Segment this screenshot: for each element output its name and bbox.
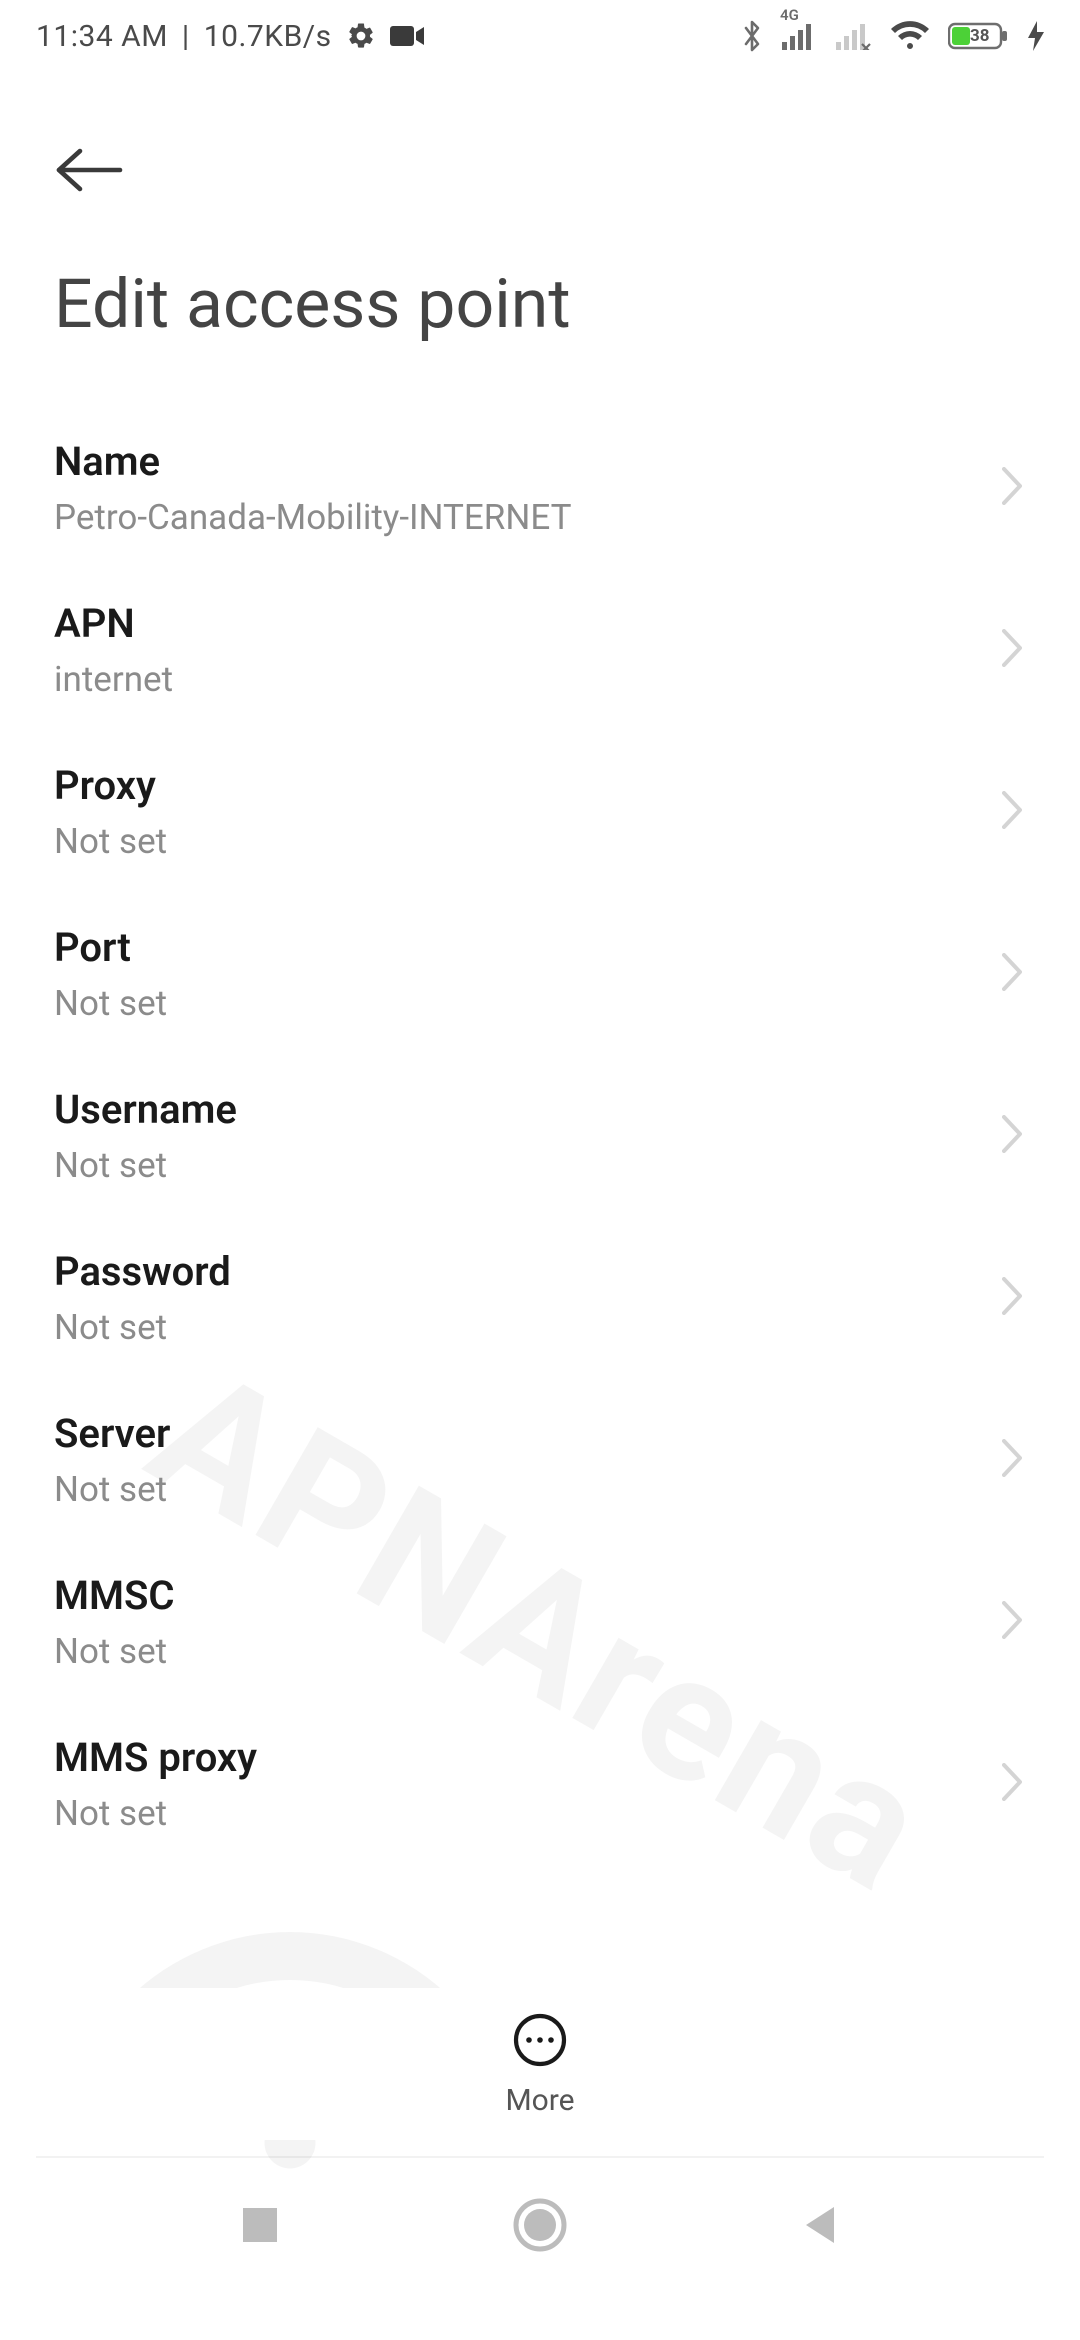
row-value: Not set	[54, 983, 167, 1024]
row-title: MMS proxy	[54, 1734, 257, 1781]
more-button[interactable]: More	[0, 1988, 1080, 2140]
row-title: Password	[54, 1248, 231, 1295]
row-title: Proxy	[54, 762, 167, 809]
app-bar	[0, 72, 1080, 234]
row-title: APN	[54, 600, 173, 647]
back-arrow-icon	[54, 146, 124, 194]
chevron-right-icon	[1000, 951, 1026, 997]
back-button[interactable]	[54, 128, 138, 212]
chevron-right-icon	[1000, 789, 1026, 835]
row-value: Not set	[54, 1631, 175, 1672]
chevron-right-icon	[1000, 1275, 1026, 1321]
status-separator: |	[182, 19, 190, 54]
row-mms-proxy[interactable]: MMS proxy Not set	[0, 1704, 1080, 1866]
nav-recents-button[interactable]	[200, 2165, 320, 2285]
chevron-right-icon	[1000, 1599, 1026, 1645]
row-username[interactable]: Username Not set	[0, 1056, 1080, 1218]
row-proxy[interactable]: Proxy Not set	[0, 732, 1080, 894]
row-value: Not set	[54, 1469, 170, 1510]
row-value: Not set	[54, 821, 167, 862]
nav-back-button[interactable]	[760, 2165, 880, 2285]
status-time: 11:34 AM	[36, 19, 168, 54]
status-data-rate: 10.7KB/s	[204, 19, 332, 54]
chevron-right-icon	[1000, 1761, 1026, 1807]
status-left: 11:34 AM | 10.7KB/s	[36, 19, 424, 54]
wifi-icon	[890, 21, 930, 51]
chevron-right-icon	[1000, 1113, 1026, 1159]
signal-sim2	[836, 22, 872, 50]
row-title: Username	[54, 1086, 237, 1133]
chevron-right-icon	[1000, 627, 1026, 673]
row-title: Port	[54, 924, 167, 971]
gear-icon	[346, 21, 376, 51]
triangle-left-icon	[798, 2203, 842, 2247]
row-value: Not set	[54, 1145, 237, 1186]
bluetooth-icon	[740, 18, 764, 54]
row-server[interactable]: Server Not set	[0, 1380, 1080, 1542]
row-port[interactable]: Port Not set	[0, 894, 1080, 1056]
row-value: internet	[54, 659, 173, 700]
row-password[interactable]: Password Not set	[0, 1218, 1080, 1380]
row-value: Petro-Canada-Mobility-INTERNET	[54, 497, 571, 538]
circle-icon	[512, 2197, 568, 2253]
charging-icon	[1028, 21, 1044, 51]
network-label: 4G	[780, 6, 799, 24]
more-label: More	[505, 2083, 574, 2118]
row-apn[interactable]: APN internet	[0, 570, 1080, 732]
battery-icon: 38	[948, 21, 1010, 51]
row-name[interactable]: Name Petro-Canada-Mobility-INTERNET	[0, 408, 1080, 570]
row-title: Server	[54, 1410, 170, 1457]
navigation-bar	[0, 2158, 1080, 2340]
signal-sim1: 4G	[782, 22, 818, 50]
settings-list: Name Petro-Canada-Mobility-INTERNET APN …	[0, 408, 1080, 1866]
page-title: Edit access point	[0, 234, 1080, 408]
row-mmsc[interactable]: MMSC Not set	[0, 1542, 1080, 1704]
battery-percent: 38	[970, 26, 990, 46]
row-value: Not set	[54, 1793, 257, 1834]
row-value: Not set	[54, 1307, 231, 1348]
camera-icon	[390, 24, 424, 48]
chevron-right-icon	[1000, 1437, 1026, 1483]
chevron-right-icon	[1000, 465, 1026, 511]
square-icon	[239, 2204, 281, 2246]
row-title: MMSC	[54, 1572, 175, 1619]
status-bar: 11:34 AM | 10.7KB/s 4G	[0, 0, 1080, 72]
more-icon	[511, 2011, 569, 2073]
nav-home-button[interactable]	[480, 2165, 600, 2285]
row-title: Name	[54, 438, 571, 485]
status-right: 4G	[740, 18, 1044, 54]
